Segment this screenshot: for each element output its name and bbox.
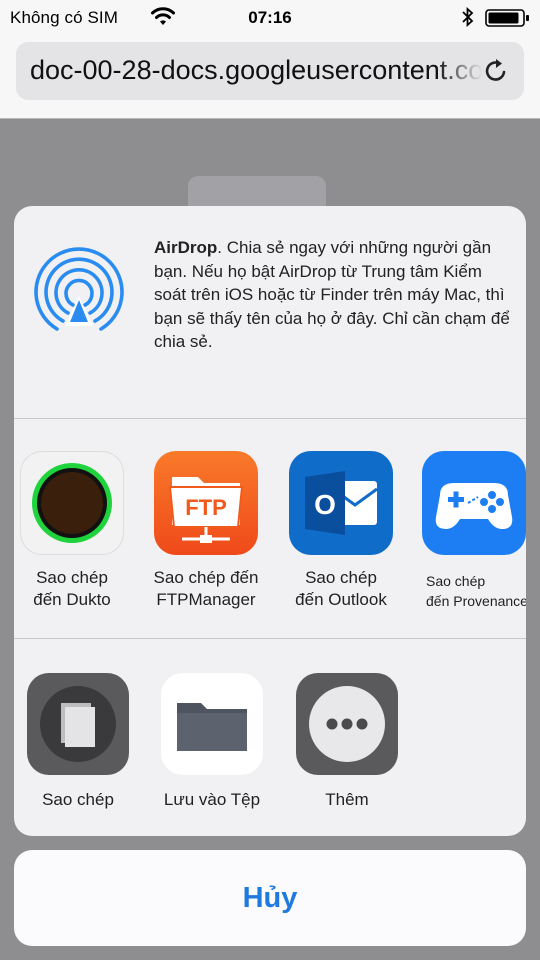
action-label-save-to-files: Lưu vào Tệp bbox=[163, 790, 261, 809]
action-copy[interactable]: Sao chép bbox=[14, 673, 143, 811]
cancel-button[interactable]: Hủy bbox=[14, 850, 526, 946]
app-ftpmanager[interactable]: FTP Sao chép đến FTPManager bbox=[141, 451, 271, 611]
address-bar[interactable]: doc-00-28-docs.googleusercontent.com bbox=[16, 42, 524, 100]
dukto-icon bbox=[20, 451, 124, 555]
ftp-icon-text: FTP bbox=[185, 495, 227, 520]
browser-top-area: Không có SIM 07:16 doc-00-28-docs.google… bbox=[0, 0, 540, 119]
app-label-ftpmanager: Sao chép đến FTPManager bbox=[153, 568, 259, 609]
status-bar: Không có SIM 07:16 bbox=[0, 0, 540, 36]
share-apps-row: Sao chép đến Dukto FTP Sao chép đến FTPM… bbox=[14, 419, 526, 637]
airdrop-section[interactable]: AirDrop. Chia sẻ ngay với những người gầ… bbox=[14, 206, 526, 418]
app-label-dukto: Sao chép đến Dukto bbox=[33, 568, 111, 609]
more-icon bbox=[296, 673, 398, 775]
app-label-outlook: Sao chép đến Outlook bbox=[295, 568, 387, 609]
bluetooth-icon bbox=[462, 7, 474, 27]
folder-icon bbox=[161, 673, 263, 775]
action-more[interactable]: Thêm bbox=[282, 673, 412, 811]
action-save-to-files[interactable]: Lưu vào Tệp bbox=[147, 673, 277, 811]
battery-icon bbox=[485, 9, 529, 27]
status-clock: 07:16 bbox=[248, 8, 292, 27]
ftp-manager-icon: FTP bbox=[154, 451, 258, 555]
app-dukto[interactable]: Sao chép đến Dukto bbox=[14, 451, 137, 611]
share-actions-row: Sao chép Lưu vào Tệp Thêm bbox=[14, 639, 526, 836]
app-outlook[interactable]: O Sao chép đến Outlook bbox=[276, 451, 406, 611]
reload-icon[interactable] bbox=[482, 57, 510, 85]
action-label-copy: Sao chép bbox=[42, 790, 114, 809]
airdrop-description: AirDrop. Chia sẻ ngay với những người gầ… bbox=[154, 236, 514, 354]
url-text[interactable]: doc-00-28-docs.googleusercontent.com bbox=[30, 55, 482, 86]
airdrop-title: AirDrop bbox=[154, 238, 218, 257]
copy-icon bbox=[27, 673, 129, 775]
airdrop-icon bbox=[34, 247, 124, 331]
outlook-icon-text: O bbox=[314, 489, 336, 520]
action-label-more: Thêm bbox=[325, 790, 369, 809]
provenance-gamepad-icon bbox=[422, 451, 526, 555]
app-label-provenance: Sao chép đến Provenance bbox=[426, 573, 526, 609]
outlook-icon: O bbox=[289, 451, 393, 555]
app-provenance[interactable]: Sao chép đến Provenance bbox=[412, 451, 526, 611]
share-sheet: AirDrop. Chia sẻ ngay với những người gầ… bbox=[14, 206, 526, 836]
